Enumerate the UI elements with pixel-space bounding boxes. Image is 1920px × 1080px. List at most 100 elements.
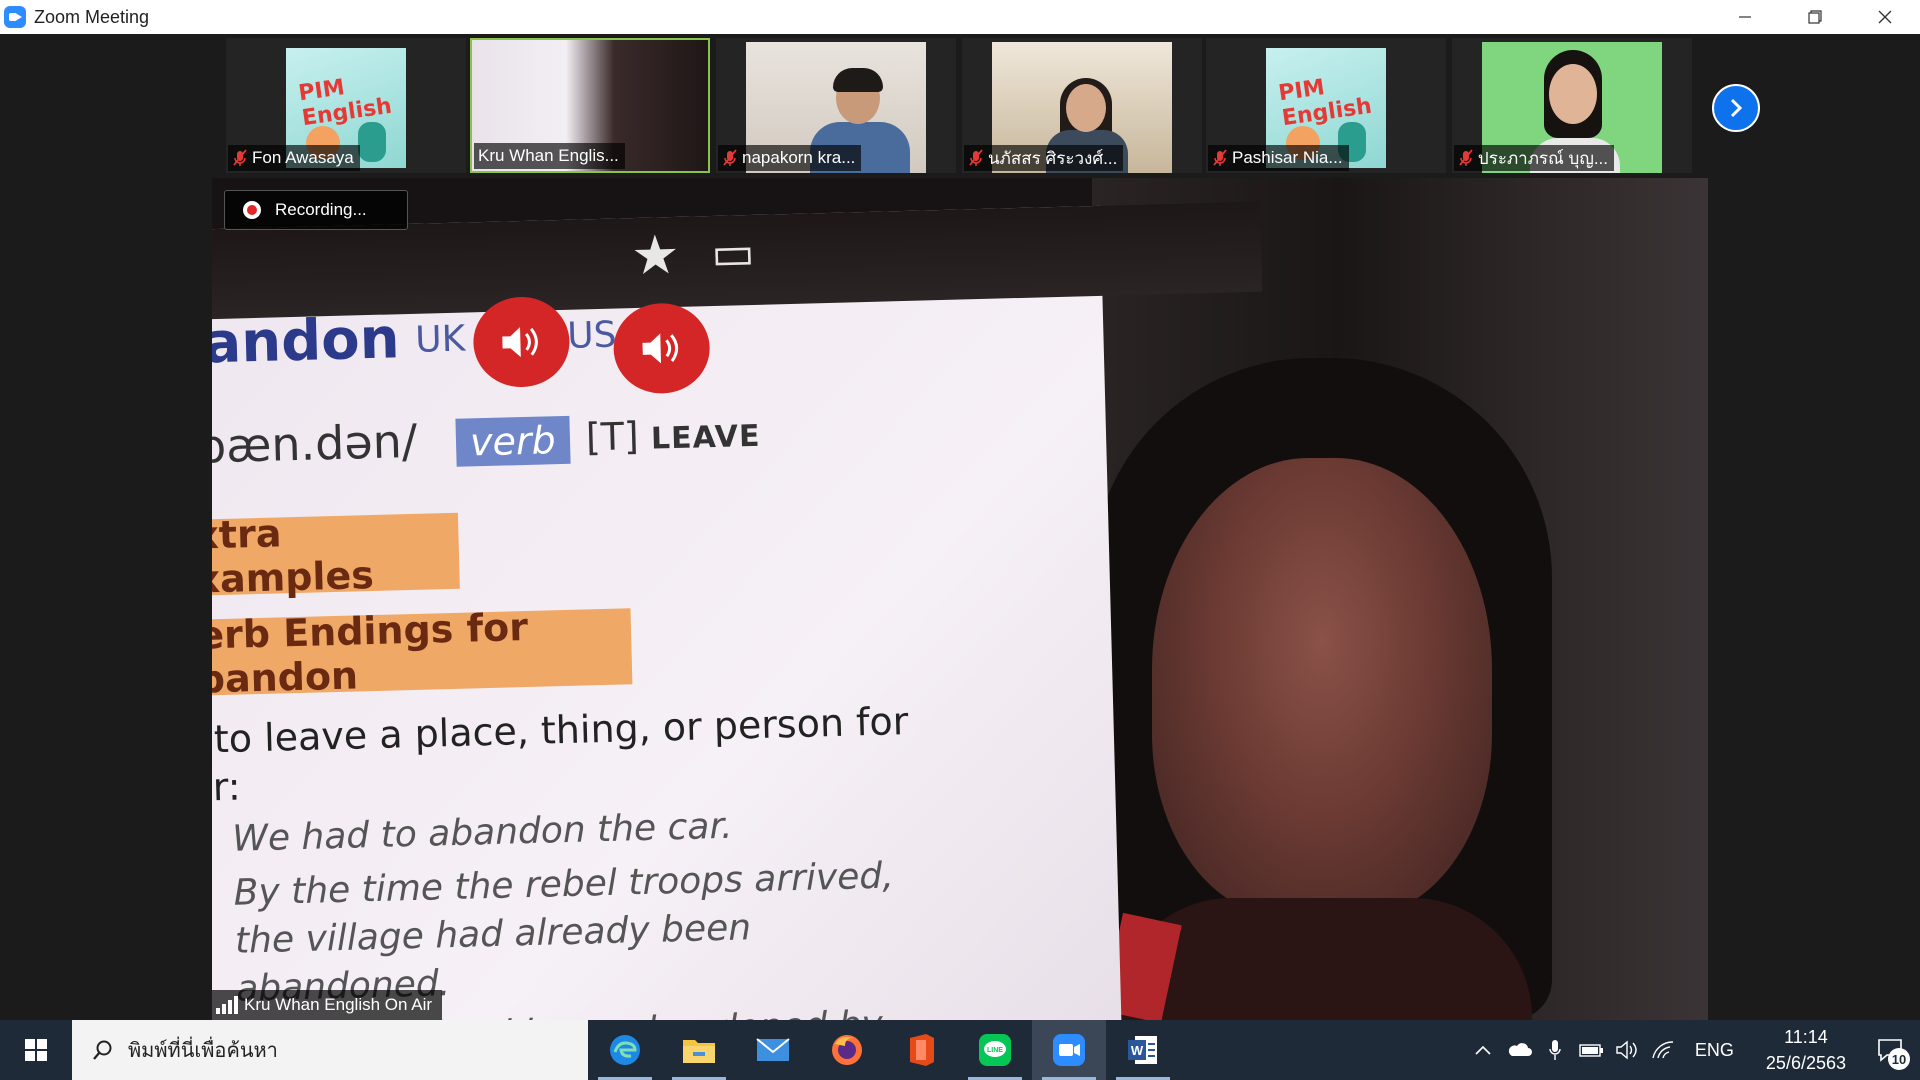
windows-taskbar: พิมพ์ที่นี่เพื่อค้นหา LINE W ENG 11:14 2… — [0, 1020, 1920, 1080]
zoom-icon — [1053, 1034, 1085, 1066]
uk-label: UK — [414, 318, 466, 361]
example-sentence: We had to abandon the car. — [231, 805, 733, 860]
restore-icon — [1808, 10, 1822, 24]
input-language[interactable]: ENG — [1695, 1040, 1734, 1061]
active-speaker-video[interactable]: ★ ▭ bandon UK US ə'bæn.dən/ verb [T] LEA… — [212, 178, 1708, 1020]
participant-tile-active[interactable]: Kru Whan Englis... — [470, 38, 710, 173]
line-icon: LINE — [979, 1034, 1011, 1066]
window-titlebar: Zoom Meeting — [0, 0, 1920, 34]
speaker-name: Kru Whan English On Air — [244, 995, 433, 1014]
person-head — [1549, 64, 1597, 124]
participant-tile[interactable]: napakorn kra... — [716, 38, 956, 173]
mail-icon — [756, 1038, 790, 1061]
network-tray[interactable] — [1649, 1036, 1677, 1064]
next-page-button[interactable] — [1712, 84, 1760, 132]
participant-nameplate: นภัสสร ศิระวงศ์... — [964, 145, 1124, 171]
person-head — [1066, 84, 1106, 132]
svg-text:W: W — [1131, 1043, 1144, 1058]
taskbar-mail[interactable] — [736, 1020, 810, 1080]
close-icon — [1878, 10, 1892, 24]
speaker-nameplate: Kru Whan English On Air — [212, 990, 443, 1020]
verb-endings-tag: Verb Endings for abandon — [212, 605, 633, 702]
participant-name: napakorn kra... — [742, 148, 856, 167]
pim-logo: PIM English — [297, 75, 394, 132]
close-button[interactable] — [1850, 0, 1920, 34]
volume-icon — [1616, 1040, 1637, 1060]
microphone-tray[interactable] — [1541, 1036, 1569, 1064]
star-icon: ★ — [630, 224, 681, 287]
edge-icon — [610, 1035, 640, 1065]
participant-name: Kru Whan Englis... — [478, 146, 619, 165]
start-button[interactable] — [0, 1020, 72, 1080]
microphone-icon — [1549, 1040, 1561, 1060]
minimize-button[interactable] — [1710, 0, 1780, 34]
definition-line-2: ver: — [212, 764, 242, 811]
taskbar-word[interactable]: W — [1106, 1020, 1180, 1080]
taskbar-search-box[interactable]: พิมพ์ที่นี่เพื่อค้นหา — [72, 1020, 588, 1080]
minimize-icon — [1739, 16, 1751, 18]
extra-examples-tag: Extra Examples — [212, 511, 460, 602]
taskbar-firefox[interactable] — [810, 1020, 884, 1080]
system-tray: ENG 11:14 25/6/2563 10 — [1469, 1020, 1920, 1080]
office-icon — [910, 1034, 934, 1066]
definition-text: to leave a place, thing, or person for — [213, 699, 909, 762]
taskbar-line[interactable]: LINE — [958, 1020, 1032, 1080]
mic-muted-icon — [969, 149, 983, 166]
speaker-face — [1152, 458, 1492, 918]
guideword: LEAVE — [650, 418, 761, 457]
volume-tray[interactable] — [1613, 1036, 1641, 1064]
mic-muted-icon — [1213, 149, 1227, 166]
meeting-stage: PIM English Fon Awasaya Kru Whan Englis.… — [0, 34, 1920, 1020]
restore-button[interactable] — [1780, 0, 1850, 34]
taskbar-office[interactable] — [884, 1020, 958, 1080]
mic-muted-icon — [233, 149, 247, 166]
svg-text:LINE: LINE — [987, 1047, 1003, 1054]
show-hidden-icons-button[interactable] — [1469, 1036, 1497, 1064]
word-icon: W — [1128, 1036, 1157, 1064]
recording-indicator[interactable]: Recording... — [224, 190, 408, 230]
onedrive-tray[interactable] — [1505, 1036, 1533, 1064]
participant-nameplate: Fon Awasaya — [228, 145, 360, 171]
file-explorer-icon — [683, 1040, 715, 1063]
participant-nameplate: Kru Whan Englis... — [474, 143, 625, 169]
headword: bandon — [212, 306, 401, 378]
uk-audio-button — [472, 295, 571, 389]
recording-label: Recording... — [275, 200, 367, 219]
pim-logo: PIM English — [1277, 75, 1374, 132]
speaker-shoulder — [1112, 898, 1532, 1020]
participant-name: ประภาภรณ์ บุญ... — [1477, 148, 1608, 168]
participant-tile[interactable]: นภัสสร ศิระวงศ์... — [962, 38, 1202, 173]
notification-count: 10 — [1888, 1048, 1910, 1070]
participant-tile[interactable]: PIM English Fon Awasaya — [226, 38, 466, 173]
window-title: Zoom Meeting — [34, 6, 150, 27]
participant-name: นภัสสร ศิระวงศ์... — [988, 148, 1118, 168]
participant-nameplate: napakorn kra... — [718, 145, 862, 171]
taskbar-edge[interactable] — [588, 1020, 662, 1080]
cartoon-figure — [358, 122, 386, 162]
us-audio-button — [612, 302, 711, 395]
speaker-icon — [502, 327, 538, 358]
definition-line: 2to leave a place, thing, or person for — [212, 699, 909, 762]
us-label: US — [566, 314, 618, 357]
speaker-icon — [642, 333, 679, 364]
taskbar-clock[interactable]: 11:14 25/6/2563 — [1766, 1024, 1846, 1076]
record-icon — [243, 201, 261, 219]
participant-strip: PIM English Fon Awasaya Kru Whan Englis.… — [0, 34, 1920, 176]
taskbar-file-explorer[interactable] — [662, 1020, 736, 1080]
battery-tray[interactable] — [1577, 1036, 1605, 1064]
folder-icon: ▭ — [710, 225, 756, 280]
participant-name: Fon Awasaya — [252, 148, 354, 167]
participant-tile[interactable]: PIM English Pashisar Nia... — [1206, 38, 1446, 173]
part-of-speech-badge: verb — [455, 415, 571, 467]
cloud-icon — [1508, 1043, 1532, 1056]
dictionary-card: ★ ▭ bandon UK US ə'bæn.dən/ verb [T] LEA… — [212, 201, 1263, 1020]
participant-nameplate: ประภาภรณ์ บุญ... — [1454, 145, 1614, 171]
participant-name: Pashisar Nia... — [1232, 148, 1343, 167]
taskbar-zoom[interactable] — [1032, 1020, 1106, 1080]
person-hair — [833, 68, 883, 92]
grammar-info: [T] LEAVE — [585, 411, 761, 459]
participant-tile[interactable]: ประภาภรณ์ บุญ... — [1452, 38, 1692, 173]
example-sentence: y he'd been abandoned by — [401, 1004, 883, 1020]
action-center-button[interactable]: 10 — [1868, 1028, 1912, 1072]
search-placeholder: พิมพ์ที่นี่เพื่อค้นหา — [128, 1038, 278, 1062]
